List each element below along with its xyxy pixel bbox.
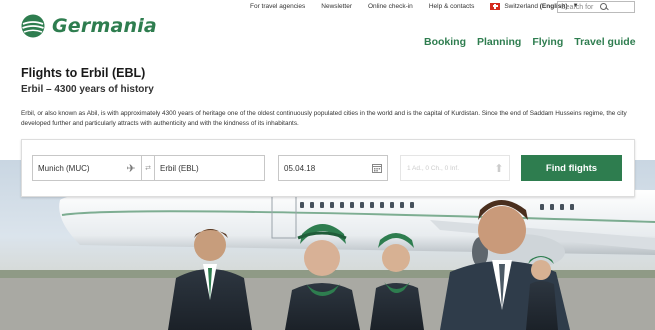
- departure-airport-value: Munich (MUC): [38, 163, 90, 173]
- passenger-icon: ⬆: [494, 162, 504, 175]
- nav-planning[interactable]: Planning: [477, 36, 521, 48]
- destination-airport-value: Erbil (EBL): [160, 163, 199, 173]
- germania-logo[interactable]: Germania: [21, 14, 157, 38]
- page-subtitle: Erbil – 4300 years of history: [21, 84, 154, 95]
- swiss-flag-icon: [490, 2, 501, 10]
- language-country: Switzerland: [504, 2, 538, 10]
- calendar-icon[interactable]: [367, 156, 387, 180]
- departure-airport-field[interactable]: Munich (MUC) ✈: [32, 155, 142, 181]
- site-search-input[interactable]: Search for: [557, 1, 635, 13]
- departure-date-field[interactable]: 05.04.18: [278, 155, 388, 181]
- top-utility-bar: For travel agencies Newsletter Online ch…: [250, 1, 579, 11]
- nav-travel-guide[interactable]: Travel guide: [574, 36, 635, 48]
- link-newsletter[interactable]: Newsletter: [321, 3, 352, 10]
- flight-search-form: Munich (MUC) ✈ ⇄ Erbil (EBL) 05.04.18 1 …: [21, 139, 635, 197]
- search-icon[interactable]: [598, 2, 635, 12]
- germania-globe-icon: [21, 14, 45, 38]
- passengers-value: 1 Ad., 0 Ch., 0 Inf.: [407, 164, 460, 172]
- link-travel-agencies[interactable]: For travel agencies: [250, 3, 305, 10]
- main-navigation: Booking Planning Flying Travel guide: [424, 36, 636, 48]
- passengers-field[interactable]: 1 Ad., 0 Ch., 0 Inf. ⬆: [400, 155, 510, 181]
- nav-flying[interactable]: Flying: [532, 36, 563, 48]
- destination-airport-field[interactable]: Erbil (EBL): [154, 155, 265, 181]
- find-flights-button[interactable]: Find flights: [521, 155, 622, 181]
- page-description: Erbil, or also known as Abil, is with ap…: [21, 110, 627, 127]
- brand-name: Germania: [52, 15, 157, 37]
- link-online-checkin[interactable]: Online check-in: [368, 3, 413, 10]
- link-help-contacts[interactable]: Help & contacts: [429, 3, 475, 10]
- plane-icon: ✈: [126, 162, 136, 175]
- search-placeholder: Search for: [561, 3, 594, 11]
- nav-booking[interactable]: Booking: [424, 36, 466, 48]
- swap-icon[interactable]: ⇄: [142, 155, 154, 181]
- page-title: Flights to Erbil (EBL): [21, 66, 146, 80]
- departure-date-value: 05.04.18: [284, 163, 316, 173]
